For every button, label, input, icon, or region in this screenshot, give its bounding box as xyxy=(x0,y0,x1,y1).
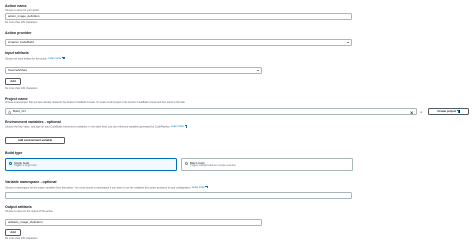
variable-namespace-learn-more-link[interactable]: Learn more xyxy=(191,185,208,189)
output-artifacts-label: Output artifacts xyxy=(5,204,32,209)
batch-build-description: Triggers multiple builds as a single exe… xyxy=(190,164,237,167)
external-link-icon xyxy=(184,125,188,128)
action-provider-value: Amazon CodeBuild xyxy=(8,39,34,44)
input-artifacts-label: Input artifacts xyxy=(5,51,29,55)
action-name-input[interactable]: action_image_definition xyxy=(5,13,352,20)
or-text: or xyxy=(420,109,423,114)
output-artifacts-description: Choose a name for the output of this act… xyxy=(5,209,54,213)
input-artifacts-constraint: No more than 100 characters xyxy=(5,86,38,90)
build-type-option-batch[interactable]: Batch build Triggers multiple builds as … xyxy=(181,158,353,171)
search-icon xyxy=(8,110,12,114)
input-artifacts-description-row: Choose an input artifact for this action… xyxy=(5,56,65,60)
create-project-label: Create project xyxy=(437,109,457,114)
clear-icon[interactable] xyxy=(410,111,414,114)
variable-namespace-description-row: Choose a namespace for the output variab… xyxy=(5,185,208,189)
external-link-icon xyxy=(205,185,208,189)
project-name-input[interactable]: Build_CN xyxy=(5,108,417,115)
single-build-description: Triggers a single build. xyxy=(14,164,38,167)
chevron-down-icon xyxy=(346,41,349,43)
chevron-down-icon xyxy=(256,70,259,72)
input-artifacts-learn-more-link[interactable]: Learn more xyxy=(48,56,65,60)
add-environment-variable-button[interactable]: Add environment variable xyxy=(5,136,65,144)
env-vars-label: Environment variables - optional xyxy=(5,119,61,124)
variable-namespace-input[interactable] xyxy=(5,192,352,199)
input-artifacts-value: SourceArtifact xyxy=(8,68,27,72)
input-artifacts-add-button[interactable]: Add xyxy=(5,77,21,85)
env-vars-description: Choose the key, value, and type for your… xyxy=(5,125,171,129)
output-artifacts-value: artifacts_image_Definition xyxy=(8,219,43,224)
project-name-description: Choose a build project that you have alr… xyxy=(5,101,186,104)
learn-more-text: Learn more xyxy=(171,125,184,129)
variable-namespace-label: Variable namespace - optional xyxy=(5,180,57,184)
single-build-radio[interactable] xyxy=(9,162,13,166)
create-project-button[interactable]: Create project xyxy=(428,107,469,116)
learn-more-text: Learn more xyxy=(48,56,62,60)
external-link-icon xyxy=(457,110,460,113)
action-name-description: Choose a name for your action xyxy=(5,8,40,12)
project-name-label: Project name xyxy=(5,96,28,101)
output-artifacts-constraint: No more than 100 characters xyxy=(5,237,38,241)
input-artifacts-select[interactable]: SourceArtifact xyxy=(5,67,262,74)
external-link-icon xyxy=(61,56,65,60)
build-type-label: Build type xyxy=(5,150,23,155)
action-name-value: action_image_definition xyxy=(8,14,40,18)
batch-build-radio[interactable] xyxy=(185,162,189,166)
action-provider-label: Action provider xyxy=(5,31,32,35)
variable-namespace-description: Choose a namespace for the output variab… xyxy=(5,185,192,189)
input-artifacts-description: Choose an input artifact for this action… xyxy=(5,56,48,60)
learn-more-text: Learn more xyxy=(191,185,205,189)
env-vars-description-row: Choose the key, value, and type for your… xyxy=(5,125,188,129)
action-name-label: Action name xyxy=(5,4,27,8)
output-artifacts-input[interactable]: artifacts_image_Definition xyxy=(5,218,262,226)
env-vars-learn-more-link[interactable]: Learn more xyxy=(171,125,188,129)
project-name-value: Build_CN xyxy=(13,109,26,113)
action-name-constraint: No more than 100 characters xyxy=(5,21,38,25)
output-artifacts-add-button[interactable]: Add xyxy=(5,228,21,236)
action-provider-select[interactable]: Amazon CodeBuild xyxy=(5,38,352,46)
build-type-option-single[interactable]: Single build Triggers a single build. xyxy=(5,158,177,171)
